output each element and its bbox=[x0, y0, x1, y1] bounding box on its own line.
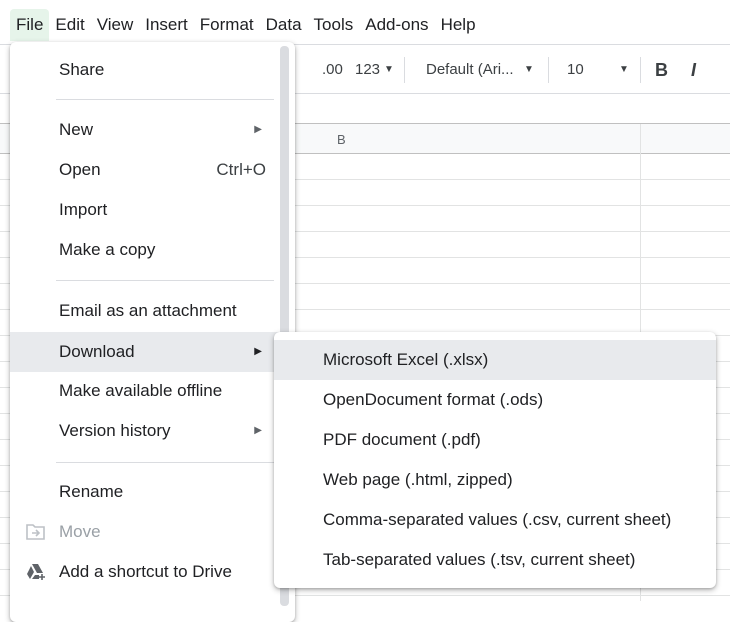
label: Download bbox=[59, 342, 135, 361]
label: Email as an attachment bbox=[59, 301, 237, 320]
menu-item-make-copy[interactable]: Make a copy bbox=[10, 230, 280, 270]
submenu-arrow-icon: ▶ bbox=[254, 124, 262, 135]
divider bbox=[640, 57, 641, 83]
menu-item-rename[interactable]: Rename bbox=[10, 472, 280, 512]
label: Import bbox=[59, 200, 108, 219]
label: Make available offline bbox=[59, 381, 223, 400]
label: Make a copy bbox=[59, 240, 156, 259]
menu-item-move[interactable]: Move bbox=[10, 512, 280, 552]
menu-item-new[interactable]: New ▶ bbox=[10, 110, 280, 150]
submenu-arrow-icon: ▶ bbox=[254, 425, 262, 436]
chevron-down-icon: ▼ bbox=[524, 64, 534, 75]
label: Add a shortcut to Drive bbox=[59, 562, 232, 581]
menu-edit[interactable]: Edit bbox=[49, 9, 90, 41]
menu-item-open[interactable]: Open Ctrl+O bbox=[10, 150, 280, 190]
label: Share bbox=[59, 60, 105, 79]
menu-item-add-shortcut[interactable]: Add a shortcut to Drive bbox=[10, 552, 280, 592]
chevron-down-icon: ▼ bbox=[384, 64, 394, 75]
menu-help[interactable]: Help bbox=[435, 9, 482, 41]
bold-button[interactable]: B bbox=[655, 60, 668, 81]
download-pdf[interactable]: PDF document (.pdf) bbox=[274, 420, 716, 460]
drive-shortcut-icon bbox=[27, 564, 45, 580]
submenu-arrow-icon: ▶ bbox=[254, 346, 262, 357]
menu-file[interactable]: File bbox=[10, 9, 50, 41]
menu-tools[interactable]: Tools bbox=[308, 9, 360, 41]
download-submenu: Microsoft Excel (.xlsx) OpenDocument for… bbox=[274, 332, 716, 588]
menu-item-version-history[interactable]: Version history ▶ bbox=[10, 411, 280, 451]
folder-move-icon bbox=[26, 524, 45, 540]
label: Version history bbox=[59, 421, 171, 440]
divider bbox=[56, 99, 274, 100]
menu-insert[interactable]: Insert bbox=[139, 9, 194, 41]
label: Rename bbox=[59, 482, 124, 501]
chevron-down-icon: ▼ bbox=[619, 64, 629, 75]
font-select[interactable]: Default (Ari... bbox=[426, 61, 514, 78]
menu-format[interactable]: Format bbox=[194, 9, 260, 41]
download-ods[interactable]: OpenDocument format (.ods) bbox=[274, 380, 716, 420]
menu-item-import[interactable]: Import bbox=[10, 190, 280, 230]
menu-item-offline[interactable]: Make available offline bbox=[10, 371, 280, 411]
divider bbox=[404, 57, 405, 83]
shortcut: Ctrl+O bbox=[216, 160, 266, 179]
number-format-button[interactable]: 123 bbox=[355, 61, 380, 78]
label: New bbox=[59, 120, 94, 139]
download-csv[interactable]: Comma-separated values (.csv, current sh… bbox=[274, 500, 716, 540]
menu-bar: File Edit View Insert Format Data Tools … bbox=[10, 9, 482, 41]
italic-button[interactable]: I bbox=[691, 60, 696, 81]
menu-addons[interactable]: Add-ons bbox=[359, 9, 434, 41]
download-html[interactable]: Web page (.html, zipped) bbox=[274, 460, 716, 500]
download-xlsx[interactable]: Microsoft Excel (.xlsx) bbox=[274, 340, 716, 380]
menu-item-share[interactable]: Share bbox=[10, 50, 280, 90]
menu-item-download[interactable]: Download ▶ bbox=[10, 332, 280, 372]
font-size-select[interactable]: 10 bbox=[567, 61, 584, 78]
download-tsv[interactable]: Tab-separated values (.tsv, current shee… bbox=[274, 540, 716, 580]
menu-item-email[interactable]: Email as an attachment bbox=[10, 291, 280, 331]
menu-data[interactable]: Data bbox=[260, 9, 308, 41]
file-menu: Share New ▶ Open Ctrl+O Import Make a copy… bbox=[10, 42, 295, 622]
increase-decimal-button[interactable]: .00 bbox=[322, 61, 343, 78]
divider bbox=[548, 57, 549, 83]
label: Open bbox=[59, 160, 101, 179]
label: Move bbox=[59, 522, 101, 541]
menu-view[interactable]: View bbox=[91, 9, 140, 41]
divider bbox=[56, 462, 274, 463]
divider bbox=[56, 280, 274, 281]
column-b-header[interactable]: B bbox=[337, 132, 346, 147]
